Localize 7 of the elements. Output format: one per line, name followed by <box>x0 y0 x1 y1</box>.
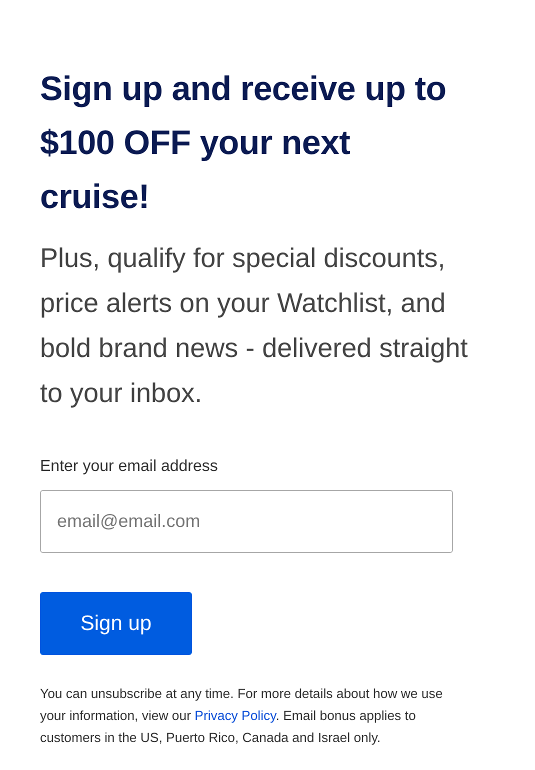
signup-button[interactable]: Sign up <box>40 592 192 655</box>
signup-heading: Sign up and receive up to $100 OFF your next cruise! <box>40 69 448 218</box>
email-label: Enter your email address <box>40 458 218 476</box>
privacy-policy-link[interactable]: Privacy Policy <box>194 708 276 723</box>
intro-text: Plus, qualify for special discounts, price alerts on your Watchlist, and bold brand news - delivered straight to your inbox. <box>40 242 469 410</box>
disclaimer-text: You can unsubscribe at any time. For more details about how we use your information, view our Privacy Policy. Email bonus applies to customers in the US, Puerto Rico, Canada and Israel only. <box>40 685 444 747</box>
email-field[interactable]: email@email.com <box>40 490 453 553</box>
